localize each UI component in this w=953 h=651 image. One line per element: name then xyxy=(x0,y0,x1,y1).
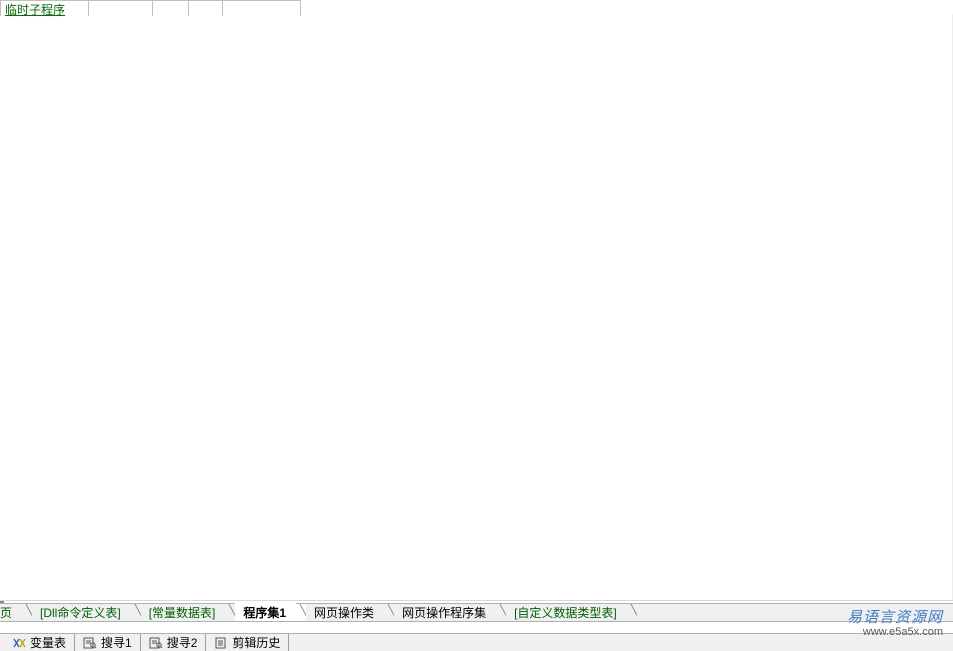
subtab-variables[interactable]: 变量表 xyxy=(4,634,75,651)
subtab-label: 搜寻2 xyxy=(167,634,198,651)
tab-custom-types[interactable]: [自定义数据类型表] xyxy=(506,604,627,621)
tab-program-set-1[interactable]: 程序集1 xyxy=(235,603,296,621)
main-tab-bar: 页 [Dll命令定义表] [常量数据表] 程序集1 网页操作类 网页操作程序集 … xyxy=(0,603,953,622)
tab-label: 页 xyxy=(0,606,12,620)
subroutine-name-cell[interactable]: 临时子程序 xyxy=(5,3,65,17)
tab-web-program-set[interactable]: 网页操作程序集 xyxy=(394,604,496,621)
tab-label: [Dll命令定义表] xyxy=(40,606,121,620)
tab-label: 程序集1 xyxy=(243,606,286,620)
tab-web-class[interactable]: 网页操作类 xyxy=(306,604,384,621)
var-icon xyxy=(12,637,26,649)
subtab-clip-history[interactable]: 剪辑历史 xyxy=(206,634,289,651)
search-icon xyxy=(149,637,163,649)
tab-constants[interactable]: [常量数据表] xyxy=(141,604,226,621)
search-icon xyxy=(83,637,97,649)
tab-label: 网页操作类 xyxy=(314,606,374,620)
tab-label: 网页操作程序集 xyxy=(402,606,486,620)
tab-dll-definitions[interactable]: [Dll命令定义表] xyxy=(32,604,131,621)
subtab-search-2[interactable]: 搜寻2 xyxy=(141,634,207,651)
subtab-search-1[interactable]: 搜寻1 xyxy=(75,634,141,651)
subtab-label: 剪辑历史 xyxy=(232,634,280,651)
history-icon xyxy=(214,637,228,649)
code-editor-area[interactable] xyxy=(0,16,953,600)
tab-page-partial[interactable]: 页 xyxy=(0,604,22,621)
tab-label: [自定义数据类型表] xyxy=(514,606,617,620)
sub-tab-bar: 变量表 搜寻1 搜寻2 剪辑历史 xyxy=(0,633,953,651)
subtab-label: 变量表 xyxy=(30,634,66,651)
subtab-label: 搜寻1 xyxy=(101,634,132,651)
tab-label: [常量数据表] xyxy=(149,606,216,620)
